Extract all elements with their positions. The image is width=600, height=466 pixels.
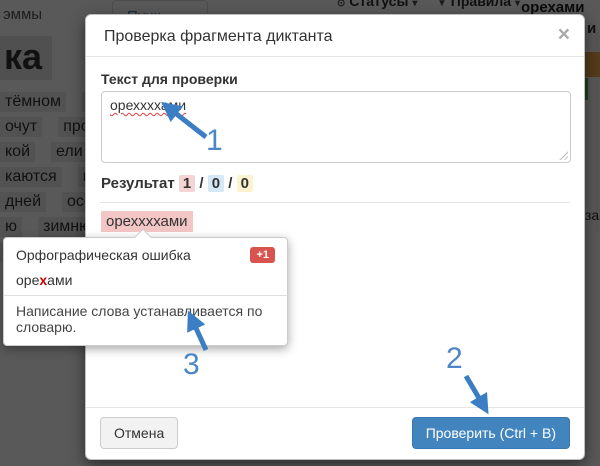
info-count-badge: 0 — [208, 175, 224, 192]
word-suffix: ами — [47, 272, 72, 288]
dialog-header: Проверка фрагмента диктанта × — [86, 15, 584, 57]
result-label: Результат — [101, 175, 175, 192]
check-text-input[interactable]: ореххххами — [101, 91, 571, 163]
input-text-misspelled: ореххххами — [110, 97, 186, 113]
corrected-letter: х — [39, 272, 47, 288]
highlighted-error-word[interactable]: ореххххами — [101, 211, 193, 232]
screen: эммы Пунк ⊙ Статусы ▾ ▼ Правила ▾ орехам… — [0, 0, 600, 466]
error-count-badge: +1 — [250, 247, 275, 263]
resize-handle[interactable] — [558, 150, 568, 160]
result-summary: Результат 1 / 0 / 0 — [101, 175, 569, 192]
spelling-error-popover: Орфографическая ошибка +1 орехами Написа… — [3, 237, 288, 346]
warning-count-badge: 0 — [237, 175, 253, 192]
rule-description: Написание слова устанавливается по слова… — [4, 296, 287, 345]
dialog-body: Текст для проверки ореххххами Результат … — [86, 57, 584, 232]
error-count-badge: 1 — [179, 175, 195, 192]
dialog-title: Проверка фрагмента диктанта — [104, 28, 333, 45]
count-separator: / — [199, 175, 203, 192]
check-button[interactable]: Проверить (Ctrl + B) — [412, 417, 570, 449]
close-icon[interactable]: × — [558, 24, 570, 45]
cancel-button[interactable]: Отмена — [100, 417, 178, 449]
input-label: Текст для проверки — [101, 71, 569, 87]
dialog-footer: Отмена Проверить (Ctrl + B) — [86, 407, 584, 459]
popover-title: Орфографическая ошибка — [16, 247, 191, 263]
result-area: ореххххами — [101, 203, 569, 232]
word-prefix: оре — [16, 272, 39, 288]
count-separator: / — [228, 175, 232, 192]
suggested-correction[interactable]: орехами — [4, 268, 287, 296]
